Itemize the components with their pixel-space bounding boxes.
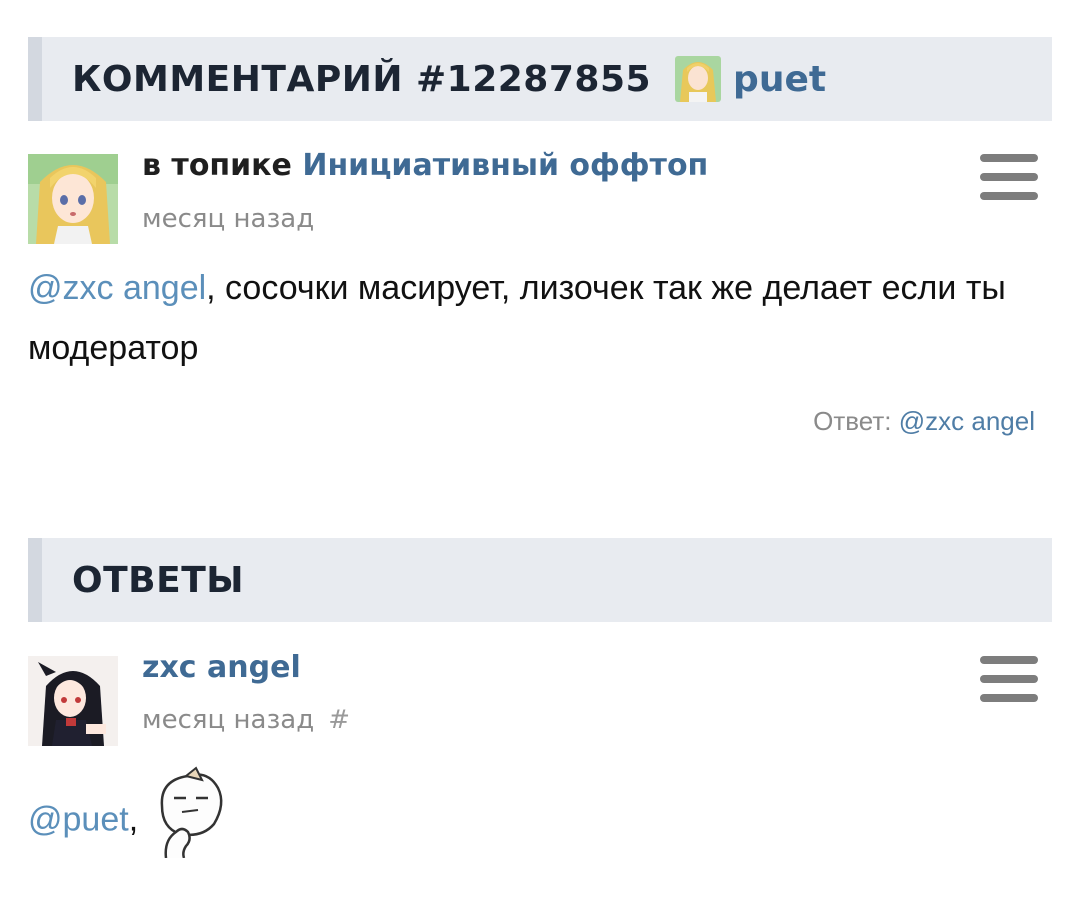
answer-permalink[interactable]: # <box>328 705 350 735</box>
header-username-link[interactable]: puet <box>733 59 826 100</box>
comment-author-avatar[interactable] <box>28 154 118 244</box>
reply-label: Ответ: <box>813 406 892 436</box>
answer-time-line: месяц назад # <box>142 705 350 735</box>
answer-author-avatar[interactable] <box>28 656 118 746</box>
answer-username-link[interactable]: zxc angel <box>142 650 301 685</box>
topic-prefix: в топике <box>142 148 292 183</box>
comment-header: КОММЕНТАРИЙ #12287855 puet <box>28 37 1052 121</box>
topic-link[interactable]: Инициативный оффтоп <box>302 148 708 183</box>
comment-title: КОММЕНТАРИЙ #12287855 <box>72 58 652 100</box>
answer-time: месяц назад <box>142 705 315 735</box>
smug-face-sticker-icon <box>152 766 228 877</box>
comment-mention-link[interactable]: @zxc angel <box>28 269 206 307</box>
reply-mention-link[interactable]: @zxc angel <box>899 406 1035 436</box>
comment-body: @zxc angel, сосочки масирует, лизочек та… <box>28 258 1048 378</box>
comment-menu-icon[interactable] <box>980 154 1038 200</box>
answer-body: @puet, <box>28 766 1048 877</box>
header-user-avatar[interactable] <box>675 56 722 102</box>
answer-mention-link[interactable]: @puet <box>28 800 129 838</box>
answers-header: ОТВЕТЫ <box>28 538 1052 622</box>
answer-comma: , <box>128 800 139 839</box>
answer-menu-icon[interactable] <box>980 656 1038 702</box>
answer-author-line: zxc angel <box>142 650 301 685</box>
comment-time: месяц назад <box>142 204 315 234</box>
answers-title: ОТВЕТЫ <box>72 559 245 601</box>
reply-to-line: Ответ: @zxc angel <box>813 406 1035 437</box>
comment-topic-line: в топике Инициативный оффтоп <box>142 148 708 183</box>
